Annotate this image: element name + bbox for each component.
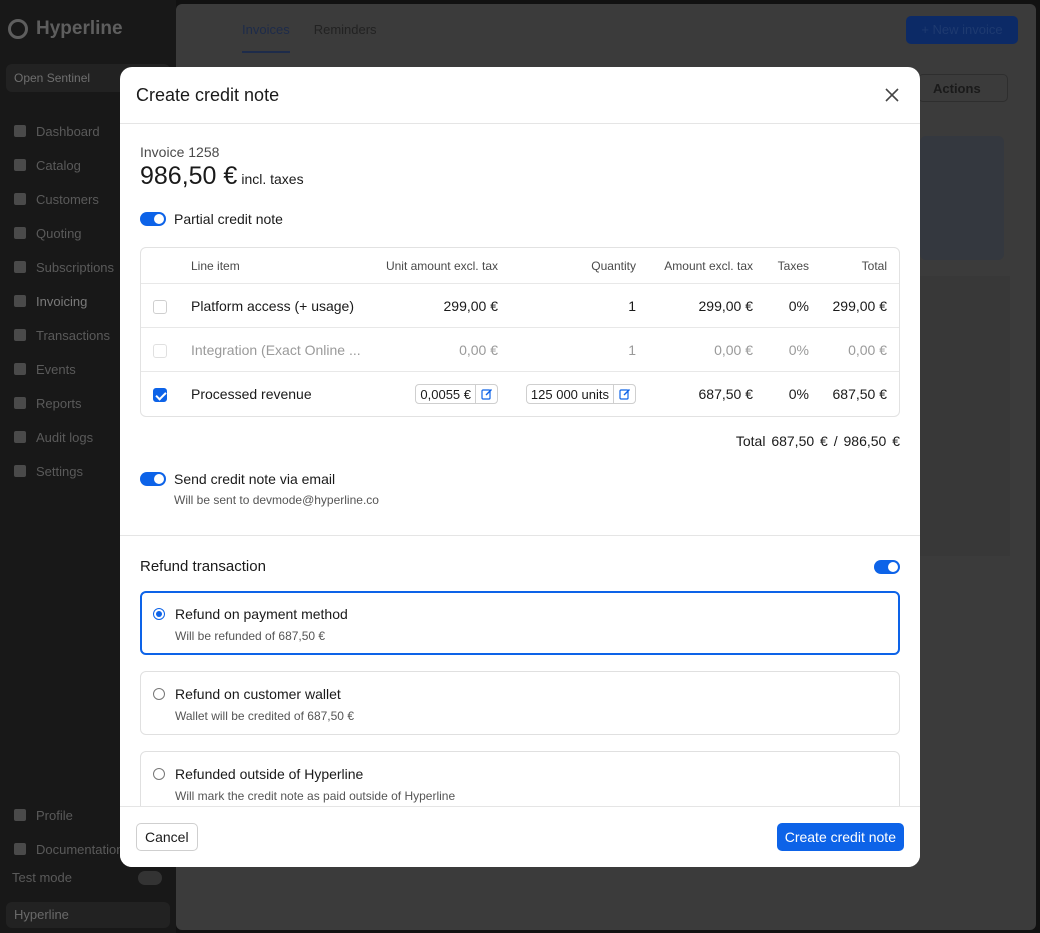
- line-items-table: Line item Unit amount excl. tax Quantity…: [140, 247, 900, 417]
- invoice-total: 986,50 €: [843, 433, 901, 449]
- line-item-name: Platform access (+ usage): [191, 297, 355, 314]
- option-title: Refund on customer wallet: [175, 686, 341, 702]
- partial-credit-note-label: Partial credit note: [174, 211, 283, 227]
- radio-payment-method[interactable]: [153, 608, 165, 620]
- table-row: Platform access (+ usage) 299,00 € 1 299…: [141, 284, 899, 328]
- close-icon: [885, 88, 899, 102]
- header-quantity: Quantity: [591, 258, 636, 273]
- refund-option-outside[interactable]: Refunded outside of Hyperline Will mark …: [140, 751, 900, 806]
- amount: 687,50 €: [698, 386, 754, 402]
- unit-amount: 0,00 €: [459, 341, 498, 358]
- refund-header: Refund transaction: [140, 558, 900, 575]
- tax: 0%: [788, 297, 809, 314]
- amount: 0,00 €: [714, 341, 753, 358]
- line-item-name: Integration (Exact Online ...: [191, 341, 361, 358]
- modal-header: Create credit note: [120, 67, 920, 124]
- quantity: 1: [628, 341, 636, 358]
- table-row: Integration (Exact Online ... 0,00 € 1 0…: [141, 328, 899, 372]
- credit-note-details: Invoice 1258 986,50 € incl. taxes Partia…: [120, 124, 920, 536]
- radio-wallet[interactable]: [153, 688, 165, 700]
- header-amount: Amount excl. tax: [664, 258, 753, 273]
- unit-amount: 299,00 €: [443, 297, 499, 314]
- credit-total: Total 687,50 € / 986,50 €: [140, 433, 900, 449]
- refund-section: Refund transaction Refund on payment met…: [120, 536, 920, 806]
- unit-amount-input[interactable]: 0,0055 €: [415, 384, 498, 404]
- tax: 0%: [788, 386, 809, 402]
- send-email-label: Send credit note via email: [174, 471, 336, 487]
- modal-footer: Cancel Create credit note: [120, 806, 920, 867]
- total-label: Total: [735, 433, 766, 449]
- option-title: Refunded outside of Hyperline: [175, 766, 364, 782]
- header-total: Total: [861, 258, 887, 273]
- email-block: Send credit note via email Will be sent …: [140, 471, 900, 507]
- edit-unit-amount-button[interactable]: [475, 385, 497, 403]
- invoice-label: Invoice 1258: [140, 144, 220, 160]
- line-total: 0,00 €: [848, 341, 887, 358]
- edit-icon: [480, 389, 492, 400]
- refund-toggle[interactable]: [874, 559, 900, 574]
- send-email-row: Send credit note via email: [140, 471, 900, 487]
- quantity-input[interactable]: 125 000 units: [525, 384, 636, 404]
- invoice-amount-suffix: incl. taxes: [241, 171, 304, 187]
- send-email-recipient: Will be sent to devmode@hyperline.co: [174, 493, 379, 507]
- amount: 299,00 €: [698, 297, 754, 314]
- partial-credit-note-row: Partial credit note: [140, 211, 900, 227]
- refund-option-wallet[interactable]: Refund on customer wallet Wallet will be…: [140, 671, 900, 735]
- edit-icon: [618, 389, 630, 400]
- tax: 0%: [788, 341, 809, 358]
- modal-body: Invoice 1258 986,50 € incl. taxes Partia…: [120, 124, 920, 806]
- refund-title: Refund transaction: [140, 558, 266, 575]
- quantity: 1: [628, 297, 636, 314]
- table-header: Line item Unit amount excl. tax Quantity…: [141, 248, 899, 284]
- quantity-value: 125 000 units: [530, 386, 609, 402]
- header-taxes: Taxes: [777, 258, 809, 273]
- option-description: Wallet will be credited of 687,50 €: [175, 709, 354, 723]
- header-unit-amount: Unit amount excl. tax: [385, 258, 498, 273]
- header-line-item: Line item: [191, 258, 240, 273]
- line-total: 687,50 €: [832, 386, 888, 402]
- cancel-button[interactable]: Cancel: [136, 823, 198, 851]
- option-title: Refund on payment method: [175, 606, 348, 622]
- row-checkbox[interactable]: [153, 299, 167, 314]
- unit-amount-value: 0,0055 €: [420, 386, 471, 402]
- total-separator: /: [833, 433, 838, 449]
- invoice-amount: 986,50 €: [140, 162, 238, 190]
- table-row: Processed revenue 0,0055 € 125 000 units: [141, 372, 899, 416]
- partial-credit-note-toggle[interactable]: [140, 212, 166, 226]
- create-credit-note-modal: Create credit note Invoice 1258 986,50 €…: [120, 67, 920, 867]
- send-email-toggle[interactable]: [140, 472, 166, 486]
- close-button[interactable]: [880, 83, 904, 107]
- invoice-amount-row: 986,50 € incl. taxes: [140, 162, 900, 191]
- row-checkbox[interactable]: [153, 388, 167, 403]
- radio-outside[interactable]: [153, 768, 165, 780]
- modal-title: Create credit note: [136, 84, 280, 105]
- edit-quantity-button[interactable]: [613, 385, 635, 403]
- refund-option-payment-method[interactable]: Refund on payment method Will be refunde…: [140, 591, 900, 655]
- line-total: 299,00 €: [832, 297, 888, 314]
- total-value: 687,50 €: [771, 433, 828, 449]
- option-description: Will mark the credit note as paid outsid…: [175, 789, 456, 803]
- create-credit-note-button[interactable]: Create credit note: [776, 823, 904, 851]
- row-checkbox[interactable]: [153, 343, 167, 358]
- line-item-name: Processed revenue: [191, 386, 312, 402]
- option-description: Will be refunded of 687,50 €: [175, 629, 326, 643]
